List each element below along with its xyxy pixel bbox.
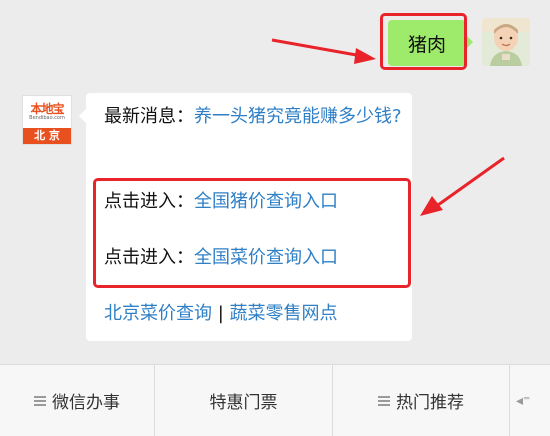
enter-label: 点击进入： (104, 247, 194, 268)
vegetable-price-link[interactable]: 全国菜价查询入口 (194, 247, 338, 268)
news-line: 最新消息：养一头猪究竟能赚多少钱? (104, 103, 404, 131)
keyboard-switch-button[interactable]: ◂⁼ (510, 365, 550, 436)
news-label: 最新消息： (104, 106, 194, 127)
pork-price-link[interactable]: 全国猪价查询入口 (194, 191, 338, 212)
enter-vegetable-line: 点击进入：全国菜价查询入口 (104, 244, 338, 272)
menu-item-label: 微信办事 (52, 393, 120, 413)
baby-avatar-image (482, 18, 530, 66)
menu-list-icon (378, 394, 390, 408)
outgoing-message-text: 猪肉 (407, 33, 446, 56)
user-avatar[interactable] (482, 18, 530, 66)
logo-text: 本地宝 (30, 102, 64, 116)
menu-item-hot-recommend[interactable]: 热门推荐 (333, 365, 510, 436)
enter-pork-line: 点击进入：全国猪价查询入口 (104, 188, 338, 216)
menu-list-icon (34, 394, 46, 408)
menu-item-label: 特惠门票 (209, 393, 278, 413)
menu-item-discount-tickets[interactable]: 特惠门票 (155, 365, 333, 436)
news-link[interactable]: 养一头猪究竟能赚多少钱? (194, 106, 402, 127)
arrowhead-outgoing (354, 48, 376, 64)
keyboard-toggle-icon: ◂⁼ (516, 392, 531, 409)
bottom-links-line: 北京菜价查询 | 蔬菜零售网点 (104, 300, 338, 328)
official-account-avatar[interactable]: 本地宝 Bendibao.com 北 京 (22, 95, 72, 145)
vegetable-retail-outlets-link[interactable]: 蔬菜零售网点 (230, 303, 338, 324)
menu-item-wechat-services[interactable]: 微信办事 (0, 365, 155, 436)
menu-item-label: 热门推荐 (396, 393, 464, 413)
enter-label: 点击进入： (104, 191, 194, 212)
beijing-vegetable-price-link[interactable]: 北京菜价查询 (104, 303, 212, 324)
arrow-to-outgoing (271, 38, 363, 58)
bottom-menu-bar: 微信办事 特惠门票 热门推荐 ◂⁼ (0, 364, 550, 436)
arrow-to-links (437, 156, 505, 207)
link-separator: | (212, 303, 230, 324)
arrowhead-links (420, 196, 443, 216)
logo-city: 北 京 (23, 128, 71, 144)
logo-url: Bendibao.com (29, 115, 65, 121)
outgoing-message-bubble[interactable]: 猪肉 (388, 20, 473, 66)
chat-area: 猪肉 本地宝 Bendibao.com 北 京 最新消息：养一头猪究竟能赚多少钱… (0, 0, 550, 362)
bendibao-logo: 本地宝 Bendibao.com (23, 96, 71, 129)
